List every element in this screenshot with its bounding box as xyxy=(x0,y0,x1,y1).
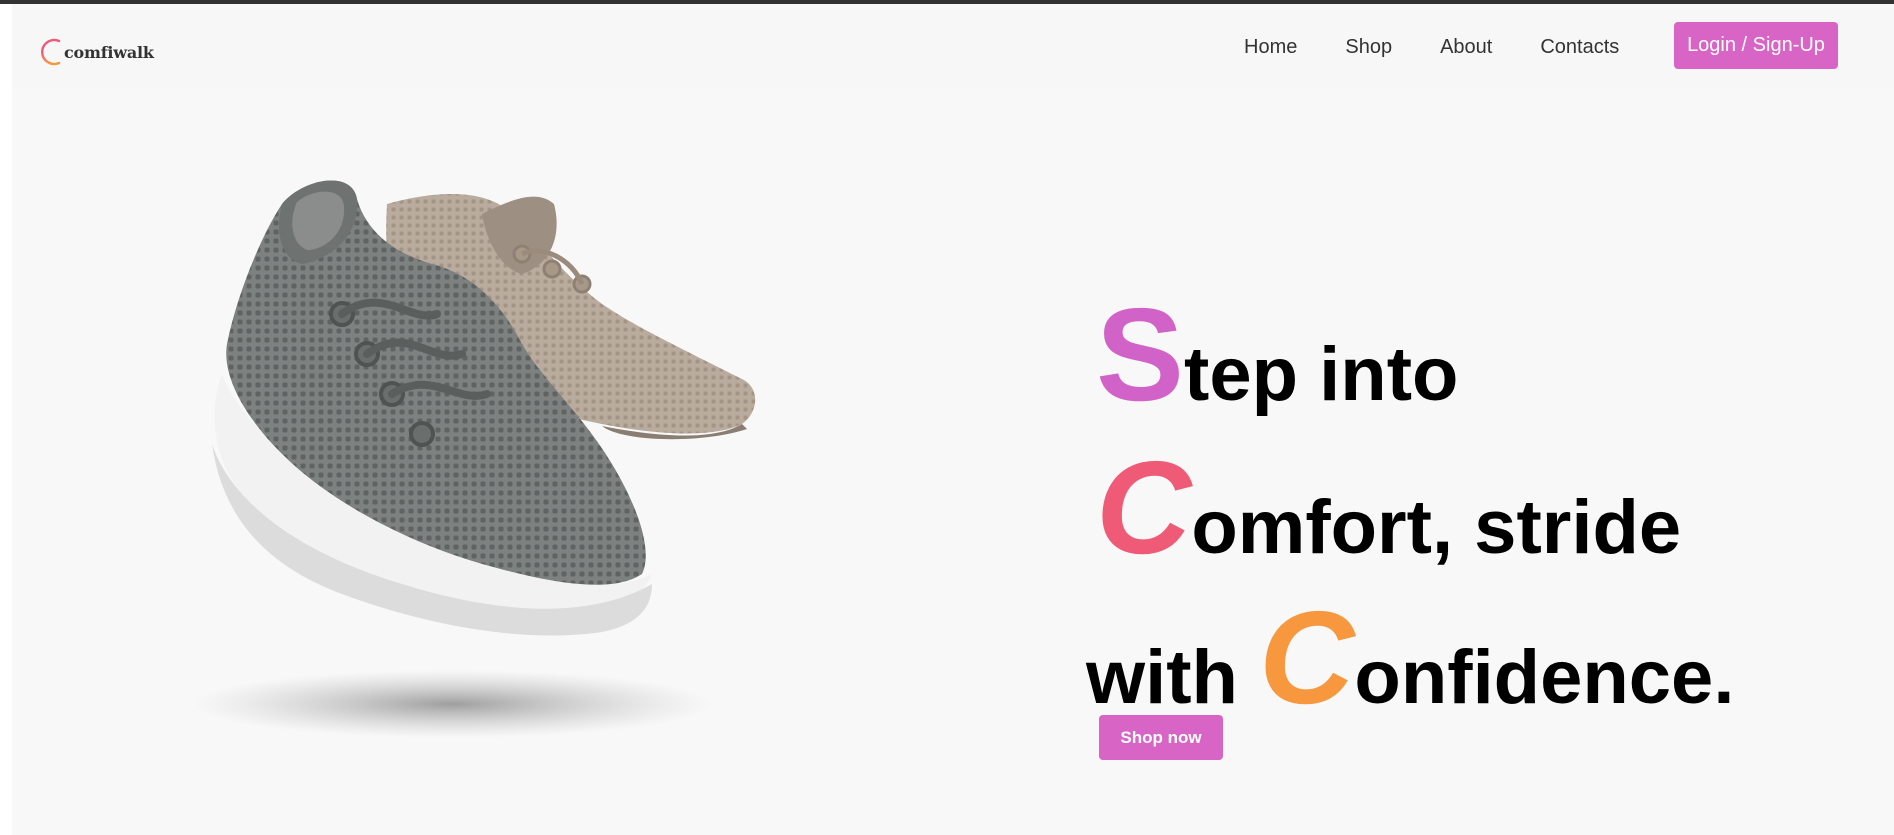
brand-name: comfiwalk xyxy=(64,42,154,62)
drop-cap-c: C xyxy=(1096,434,1192,581)
drop-cap-s: S xyxy=(1096,281,1185,428)
headline-line-3-prefix: with xyxy=(1086,635,1260,720)
nav-shop[interactable]: Shop xyxy=(1345,36,1392,59)
nav-home[interactable]: Home xyxy=(1244,36,1297,59)
login-signup-button[interactable]: Login / Sign-Up xyxy=(1674,22,1838,69)
nav-about[interactable]: About xyxy=(1440,36,1492,59)
navbar: comfiwalk Home Shop About Contacts Login… xyxy=(12,4,1894,87)
headline-line-2-text: omfort, stride xyxy=(1191,485,1682,570)
headline-line-2: Comfort, stride xyxy=(1096,442,1681,574)
page: comfiwalk Home Shop About Contacts Login… xyxy=(12,4,1894,835)
headline-line-3-text: onfidence. xyxy=(1354,635,1735,720)
headline-line-1: Step into xyxy=(1096,289,1458,421)
shop-now-button[interactable]: Shop now xyxy=(1099,715,1223,760)
drop-cap-c-2: C xyxy=(1259,584,1355,731)
sneaker-pair-image xyxy=(182,174,792,764)
arc-logo-icon xyxy=(41,38,61,66)
headline-line-3: with Confidence. xyxy=(1086,592,1734,724)
nav-contacts[interactable]: Contacts xyxy=(1540,36,1619,59)
headline-line-1-text: tep into xyxy=(1184,332,1459,417)
main-nav: Home Shop About Contacts xyxy=(1244,22,1667,72)
logo[interactable]: comfiwalk xyxy=(38,32,154,72)
